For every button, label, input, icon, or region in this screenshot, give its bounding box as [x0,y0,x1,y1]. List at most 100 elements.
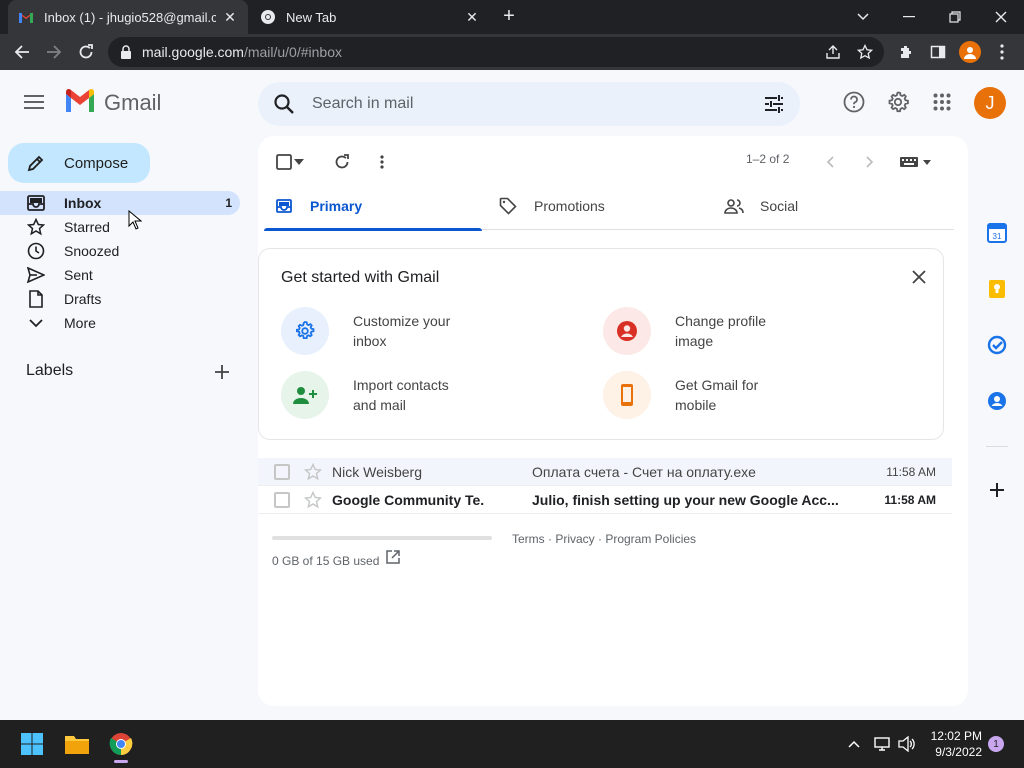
email-time: 11:58 AM [886,464,936,479]
main-menu-icon[interactable] [24,94,48,114]
keep-icon[interactable] [986,278,1008,300]
contacts-icon[interactable] [986,390,1008,412]
email-checkbox[interactable] [274,463,290,480]
address-bar[interactable]: mail.google.com/mail/u/0/#inbox [108,37,884,67]
tab-label: Promotions [534,198,605,214]
send-icon [26,265,46,285]
newer-chevron-left-icon[interactable] [818,150,842,174]
tab-primary[interactable]: Primary [264,182,482,231]
add-label-icon[interactable] [212,362,232,382]
minimize-button[interactable] [886,0,932,34]
sidebar-item-drafts[interactable]: Drafts [0,287,240,311]
search-input[interactable] [312,92,712,116]
browser-tab-gmail[interactable]: Inbox (1) - jhugio528@gmail.com ✕ [8,0,248,34]
email-subject: Оплата счета - Счет на оплату.exe [532,463,756,480]
get-started-item-line: Import contacts [353,377,449,393]
gmail-app: Gmail J Compose Inbox 1 [0,70,1024,767]
browser-tab-strip: Inbox (1) - jhugio528@gmail.com ✕ New Ta… [0,0,1024,34]
new-tab-button[interactable]: + [498,5,520,27]
settings-gear-icon[interactable] [886,90,910,114]
extensions-icon[interactable] [894,40,918,64]
email-row[interactable]: Google Community Te. Julio, finish setti… [258,486,952,514]
browser-menu-icon[interactable] [990,40,1014,64]
tab-label: Social [760,198,799,214]
email-row[interactable]: Nick Weisberg Оплата счета - Счет на опл… [258,458,952,486]
browser-tab-title: Inbox (1) - jhugio528@gmail.com [44,9,216,25]
star-icon[interactable] [303,490,323,509]
star-icon[interactable] [303,462,323,481]
close-tab-icon[interactable]: ✕ [464,9,480,25]
sidebar-item-label: More [64,315,96,331]
notification-badge[interactable]: 1 [988,736,1004,752]
windows-start-icon[interactable] [18,730,46,758]
chrome-taskbar-icon[interactable] [107,730,135,763]
running-indicator [114,760,128,763]
email-sender: Nick Weisberg [332,463,422,480]
close-tab-icon[interactable]: ✕ [222,9,238,25]
svg-text:31: 31 [993,232,1002,241]
show-hidden-icons-chevron-icon[interactable] [844,734,864,754]
sidebar-item-inbox[interactable]: Inbox 1 [0,191,240,215]
compose-button[interactable]: Compose [8,143,150,183]
forward-button[interactable] [42,40,66,64]
restore-button[interactable] [932,0,978,34]
category-tabs: Primary Promotions Social [264,182,954,231]
share-icon[interactable] [824,43,842,61]
url-host: mail.google.com [142,44,244,60]
tab-social[interactable]: Social [724,182,798,230]
close-window-button[interactable] [978,0,1024,34]
account-icon [603,307,651,355]
close-icon[interactable] [909,267,929,287]
bookmark-star-icon[interactable] [856,43,874,61]
calendar-icon[interactable]: 31 [986,222,1008,244]
sidebar-item-more[interactable]: More [0,311,240,335]
profile-avatar-icon[interactable] [959,41,981,63]
reload-button[interactable] [74,40,98,64]
email-checkbox[interactable] [274,491,290,508]
side-panel-divider [986,446,1008,447]
sidebar-item-snoozed[interactable]: Snoozed [0,239,240,263]
more-options-icon[interactable] [370,150,394,174]
get-started-mobile[interactable]: Get Gmail for mobile [603,369,903,421]
older-chevron-right-icon[interactable] [858,150,882,174]
apps-grid-icon[interactable] [930,90,954,114]
system-clock[interactable]: 12:02 PM 9/3/2022 [924,728,982,760]
sidebar-item-sent[interactable]: Sent [0,263,240,287]
page-count: 1–2 of 2 [746,152,790,166]
sidebar-item-label: Starred [64,219,110,235]
lock-icon [120,45,134,59]
get-started-import[interactable]: Import contacts and mail [281,369,581,421]
get-started-customize[interactable]: Customize your inbox [281,305,581,357]
chevron-down-icon [26,313,46,333]
back-button[interactable] [10,40,34,64]
input-tools-keyboard-icon[interactable] [896,150,936,174]
refresh-icon[interactable] [330,150,354,174]
select-dropdown-icon[interactable] [292,150,306,174]
tab-label: Primary [310,198,363,214]
tab-promotions[interactable]: Promotions [498,182,605,230]
search-options-icon[interactable] [762,92,786,116]
search-bar[interactable] [258,82,800,126]
browser-tab-newtab[interactable]: New Tab ✕ [250,0,490,34]
open-in-new-icon[interactable] [386,550,402,566]
network-icon[interactable] [872,734,892,754]
os-taskbar: 12:02 PM 9/3/2022 1 [0,720,1024,768]
volume-icon[interactable] [897,734,917,754]
clock-time: 12:02 PM [930,729,982,743]
tasks-icon[interactable] [986,334,1008,356]
file-explorer-icon[interactable] [63,730,91,758]
support-icon[interactable] [842,90,866,114]
account-avatar[interactable]: J [974,87,1006,119]
get-addons-plus-icon[interactable] [986,479,1008,501]
get-started-item-line: inbox [353,333,387,349]
get-started-item-line: Get Gmail for [675,377,759,393]
side-panel-icon[interactable] [926,40,950,64]
get-started-profile-image[interactable]: Change profile image [603,305,903,357]
search-icon[interactable] [272,92,296,116]
gmail-logo[interactable]: Gmail [64,88,161,117]
footer-links[interactable]: Terms · Privacy · Program Policies [512,532,696,546]
tab-search-icon[interactable] [840,0,886,34]
clock-icon [26,241,46,261]
sidebar-item-label: Sent [64,267,93,283]
sidebar-item-starred[interactable]: Starred [0,215,240,239]
